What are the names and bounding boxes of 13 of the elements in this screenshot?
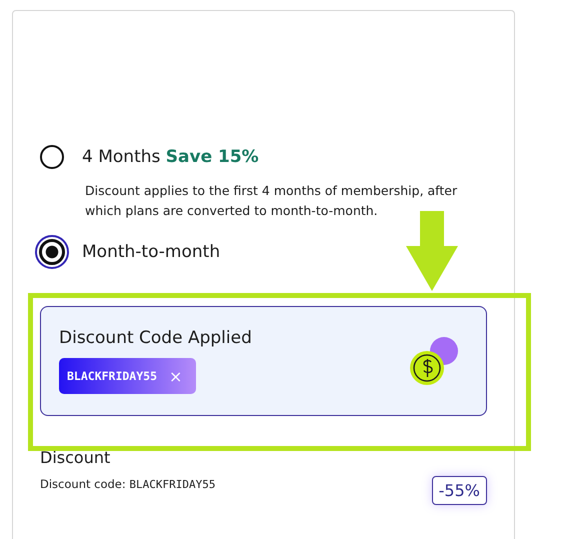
discount-code-line: Discount code: BLACKFRIDAY55: [40, 477, 216, 491]
discount-heading: Discount: [40, 448, 112, 467]
radio-button[interactable]: [35, 235, 69, 269]
down-arrow-icon: [406, 211, 458, 291]
coin-icon: [408, 336, 460, 386]
radio-button[interactable]: [40, 145, 64, 169]
code-text: BLACKFRIDAY55: [67, 369, 158, 383]
remove-button[interactable]: ×: [169, 366, 182, 386]
plan-label: Month-to-month: [82, 242, 220, 262]
discount-amount: -55%: [432, 476, 487, 505]
plan-description: Discount applies to the first 4 months of membership, after which plans are converted to month-to-month.: [85, 182, 458, 220]
plan-label: 4 Months Save 15%: [82, 147, 259, 167]
panel-title: Discount Code Applied: [59, 328, 252, 348]
